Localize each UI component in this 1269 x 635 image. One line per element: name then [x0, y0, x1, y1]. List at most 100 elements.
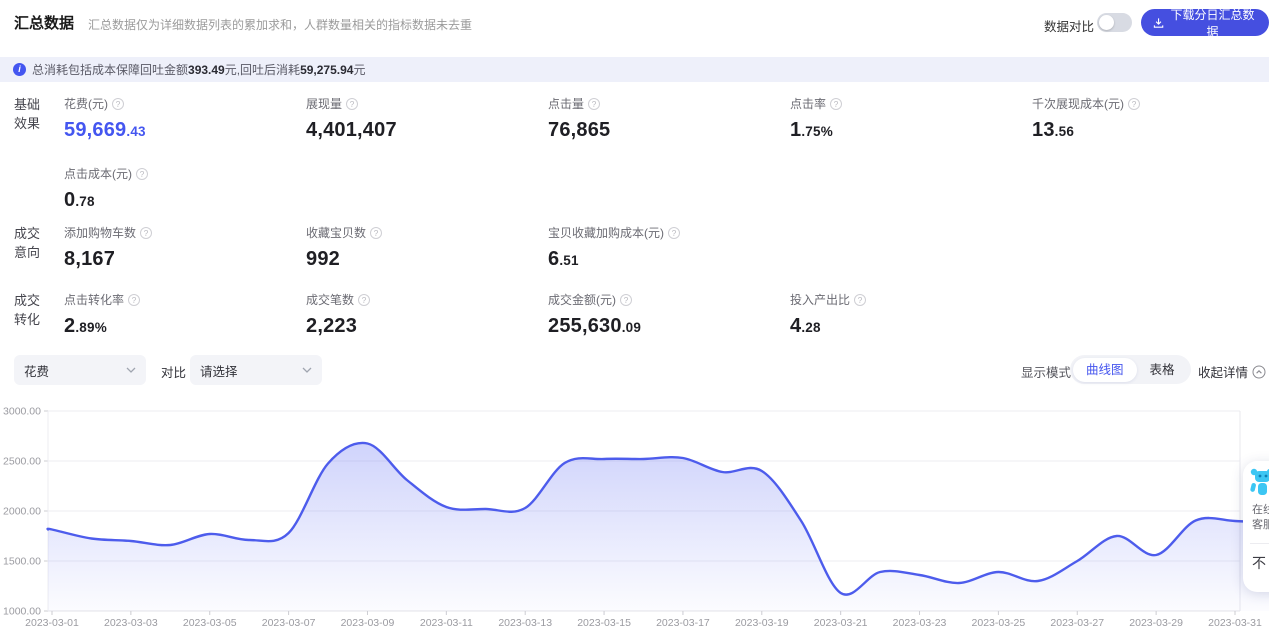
metric-value: 255,630.09 — [548, 315, 642, 337]
metric-label-text: 千次展现成本(元) — [1032, 97, 1124, 111]
page-subtitle: 汇总数据仅为详细数据列表的累加求和，人群数量相关的指标数据未去重 — [88, 18, 473, 32]
metric-value: 4,401,407 — [306, 119, 397, 141]
x-axis-label: 2023-03-25 — [972, 617, 1026, 629]
tab-table[interactable]: 表格 — [1137, 358, 1188, 382]
consumption-info-banner: 总消耗包括成本保障回吐金额393.49元,回吐后消耗59,275.94元 — [0, 57, 1269, 82]
page-title: 汇总数据 — [14, 15, 75, 32]
metric-label-text: 点击量 — [548, 97, 585, 111]
help-icon[interactable] — [128, 293, 141, 306]
robot-mascot-icon — [1250, 468, 1269, 495]
section-label: 成交 意向 — [14, 226, 41, 260]
help-icon[interactable] — [620, 293, 632, 306]
section-basic-effect: 基础效果 花费(元) 59,669.43 展现量 4,401,407 点击量 76,865… — [14, 95, 1140, 211]
area-fill — [47, 442, 1269, 611]
metric-label: 千次展现成本(元) — [1032, 95, 1269, 112]
summary-dashboard: 汇总数据 汇总数据仅为详细数据列表的累加求和，人群数量相关的指标数据未去重 数据… — [0, 0, 1269, 635]
metric-select[interactable]: 花费 — [14, 355, 146, 385]
help-icon[interactable] — [358, 293, 371, 306]
x-axis-label: 2023-03-15 — [577, 617, 631, 629]
chevron-down-icon — [302, 367, 312, 373]
metric-value: 1.75% — [790, 119, 833, 141]
help-icon[interactable] — [854, 293, 867, 306]
metric-label: 展现量 — [306, 95, 548, 112]
metric-value: 2.89% — [64, 315, 107, 337]
download-button-label: 下载分日汇总数据 — [1170, 7, 1255, 39]
metric-label: 成交笔数 — [306, 291, 548, 308]
metric: 投入产出比 4.28 — [790, 291, 1032, 338]
compare-label: 对比 — [161, 366, 187, 380]
metric-value: 6.51 — [548, 248, 579, 270]
cs-widget-feedback[interactable]: 不 — [1252, 553, 1266, 573]
customer-service-widget[interactable]: 在线 客服 不 — [1243, 461, 1269, 592]
metric-value: 13.56 — [1032, 119, 1075, 141]
help-icon[interactable] — [668, 226, 680, 239]
download-icon — [1153, 17, 1164, 28]
cs-widget-divider — [1250, 543, 1269, 544]
metric-value: 992 — [306, 248, 340, 270]
metric-label: 宝贝收藏加购成本(元) — [548, 224, 790, 241]
metric: 展现量 4,401,407 — [306, 95, 548, 142]
metric-label: 成交金额(元) — [548, 291, 790, 308]
x-axis-label: 2023-03-05 — [183, 617, 237, 629]
metric-label-text: 收藏宝贝数 — [306, 226, 367, 240]
help-icon[interactable] — [140, 226, 153, 239]
compare-select[interactable]: 请选择 — [190, 355, 322, 385]
x-axis-label: 2023-03-07 — [262, 617, 316, 629]
metric: 点击率 1.75% — [790, 95, 1032, 142]
y-axis-label: 1000.00 — [3, 606, 41, 618]
metric-label-text: 展现量 — [306, 97, 343, 111]
display-mode-segmented: 曲线图 表格 — [1070, 355, 1191, 384]
y-axis-label: 2500.00 — [3, 456, 41, 468]
x-axis-label: 2023-03-19 — [735, 617, 789, 629]
collapse-details-button[interactable]: 收起详情 — [1198, 362, 1266, 381]
metric-label-text: 投入产出比 — [790, 293, 851, 307]
metric-value: 0.78 — [64, 189, 95, 211]
section-purchase-intent: 成交意向 添加购物车数 8,167 收藏宝贝数 992 宝贝收藏加购成本(元) 6.51 — [14, 224, 680, 270]
metric-label-text: 成交金额(元) — [548, 293, 616, 307]
section-label: 基础 效果 — [14, 97, 41, 131]
metric-value: 2,223 — [306, 315, 358, 337]
download-daily-summary-button[interactable]: 下载分日汇总数据 — [1141, 8, 1269, 39]
metric-label-text: 添加购物车数 — [64, 226, 137, 240]
help-icon[interactable] — [346, 97, 359, 110]
metric-label-text: 成交笔数 — [306, 293, 355, 307]
section-conversion: 成交转化 点击转化率 2.89% 成交笔数 2,223 成交金额(元) 255,630.0… — [14, 291, 867, 337]
metric: 花费(元) 59,669.43 — [64, 95, 306, 142]
metric-label-text: 点击率 — [790, 97, 827, 111]
y-axis-label: 3000.00 — [3, 406, 41, 418]
help-icon[interactable] — [1128, 97, 1140, 110]
help-icon[interactable] — [830, 97, 843, 110]
metric: 成交笔数 2,223 — [306, 291, 548, 338]
x-axis-label: 2023-03-01 — [25, 617, 79, 629]
help-icon[interactable] — [136, 167, 148, 180]
metric: 添加购物车数 8,167 — [64, 224, 306, 271]
x-axis-label: 2023-03-17 — [656, 617, 710, 629]
x-axis-label: 2023-03-13 — [498, 617, 552, 629]
metric-label: 投入产出比 — [790, 291, 1032, 308]
metric-label-text: 点击成本(元) — [64, 167, 132, 181]
help-icon[interactable] — [588, 97, 601, 110]
banner-text: 总消耗包括成本保障回吐金额393.49元,回吐后消耗59,275.94元 — [32, 63, 366, 77]
metric-label: 点击转化率 — [64, 291, 306, 308]
x-axis-label: 2023-03-23 — [893, 617, 947, 629]
y-axis-label: 2000.00 — [3, 506, 41, 518]
data-compare-toggle[interactable] — [1097, 13, 1132, 32]
metric-value: 8,167 — [64, 248, 116, 270]
metric-value: 76,865 — [548, 119, 611, 141]
help-icon[interactable] — [112, 97, 124, 110]
data-compare-label: 数据对比 — [1044, 20, 1095, 34]
info-icon — [13, 63, 26, 76]
x-axis-label: 2023-03-09 — [341, 617, 395, 629]
toggle-knob — [1099, 15, 1114, 30]
spend-trend-chart[interactable]: 3000.002500.002000.001500.001000.002023-… — [0, 400, 1269, 635]
display-mode-label: 显示模式 — [1021, 366, 1072, 380]
section-label: 成交 转化 — [14, 293, 41, 327]
x-axis-label: 2023-03-21 — [814, 617, 868, 629]
cs-widget-text: 在线 客服 — [1252, 504, 1269, 531]
tab-line-chart[interactable]: 曲线图 — [1073, 357, 1137, 382]
metric-label: 花费(元) — [64, 95, 306, 112]
metrics-grid: 点击转化率 2.89% 成交笔数 2,223 成交金额(元) 255,630.09 投入产出… — [64, 291, 1269, 338]
x-axis-label: 2023-03-03 — [104, 617, 158, 629]
metrics-grid: 花费(元) 59,669.43 展现量 4,401,407 点击量 76,865 点击率 1.… — [64, 95, 1269, 212]
help-icon[interactable] — [370, 226, 383, 239]
